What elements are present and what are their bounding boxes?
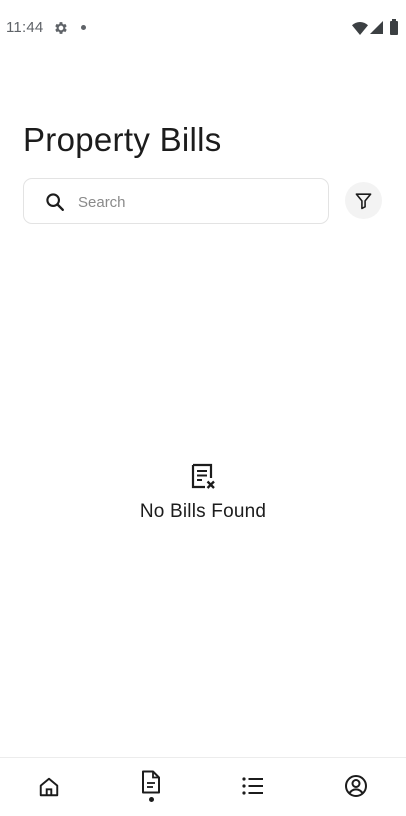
gear-icon — [55, 22, 67, 34]
document-x-icon — [191, 463, 215, 489]
search-bar[interactable] — [23, 178, 329, 224]
nav-bills[interactable] — [101, 758, 202, 816]
empty-state: No Bills Found — [0, 462, 406, 523]
document-icon — [142, 770, 160, 794]
battery-icon — [390, 19, 398, 35]
list-icon — [242, 777, 263, 795]
filter-button[interactable] — [345, 182, 382, 219]
home-icon — [39, 777, 59, 797]
nav-profile[interactable] — [303, 758, 404, 816]
search-icon — [46, 193, 64, 211]
wifi-icon — [352, 22, 368, 35]
notification-dot-icon — [81, 25, 86, 30]
nav-list[interactable] — [202, 758, 303, 816]
bottom-nav — [0, 757, 406, 816]
active-indicator — [149, 797, 154, 802]
nav-home[interactable] — [0, 758, 101, 816]
search-input[interactable] — [76, 187, 320, 217]
status-time: 11:44 — [6, 19, 44, 36]
profile-icon — [345, 775, 367, 797]
empty-state-message: No Bills Found — [139, 501, 267, 522]
cell-signal-icon — [370, 21, 383, 34]
filter-icon — [355, 193, 372, 210]
page-title: Property Bills — [23, 121, 222, 158]
status-bar: 11:44 — [0, 0, 406, 56]
